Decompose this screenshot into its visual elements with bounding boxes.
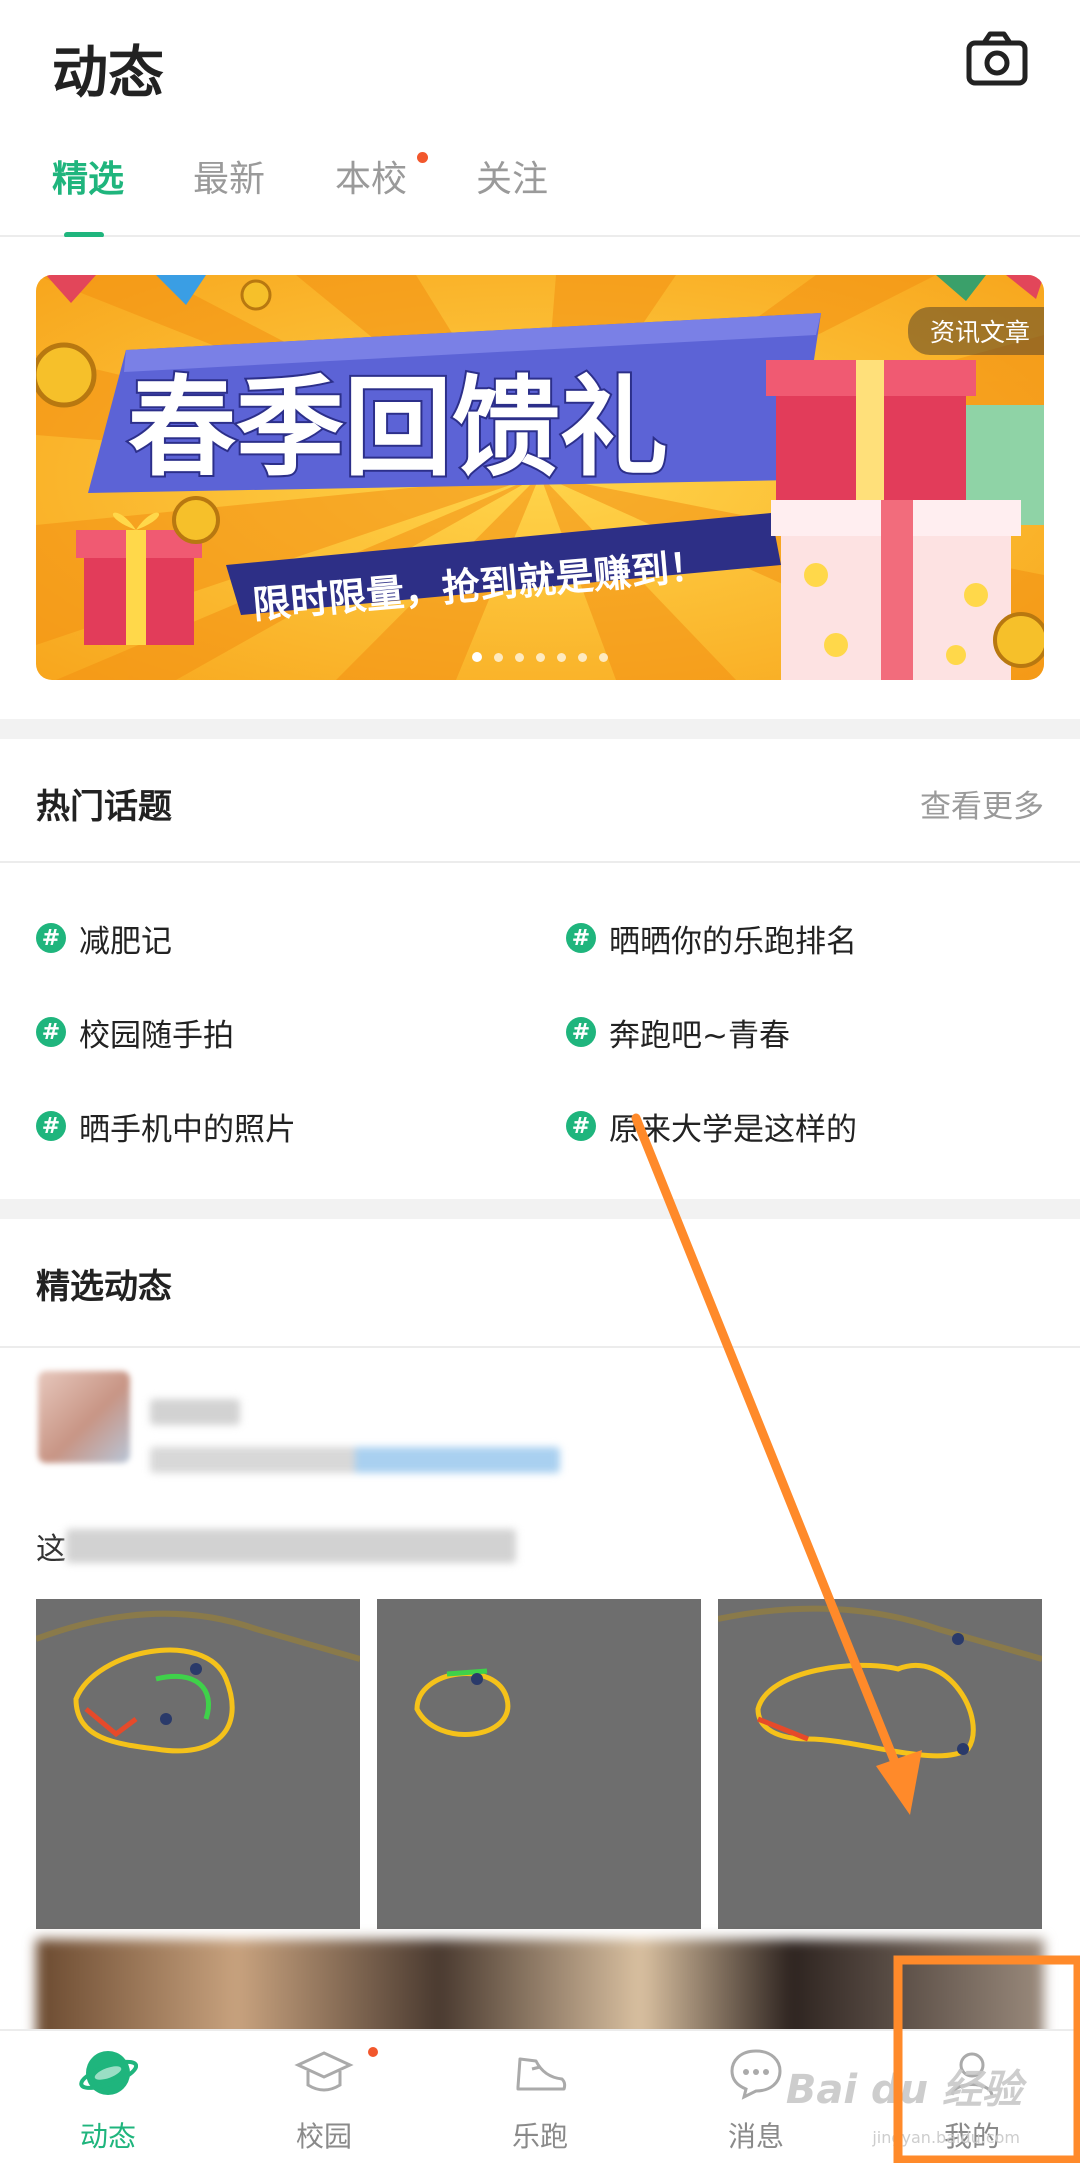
carousel-dot[interactable] [515,653,524,662]
topic-item[interactable]: # 减肥记 [36,913,172,963]
blurred-username [150,1399,240,1425]
banner-section: 春季回馈礼 限时限量，抢到就是赚到！ 资讯文章 [0,237,1080,719]
tab-my-school[interactable]: 本校 [335,150,407,202]
tab-featured[interactable]: 精选 [52,150,124,202]
carousel-dots [36,647,1044,666]
hashtag-icon: # [36,923,66,953]
nav-item-campus[interactable]: 校园 [216,2031,432,2163]
watermark-url: jingyan.baidu.com [872,2128,1020,2147]
run-route-map [718,1605,1042,1759]
blurred-photo-row [36,1939,1044,2029]
carousel-dot[interactable] [557,653,566,662]
hot-topics-section: 热门话题 查看更多 # 减肥记 # 晒晒你的乐跑排名 # 校园随手拍 # 奔跑吧… [0,739,1080,1199]
featured-posts-section: 精选动态 这 [0,1219,1080,2029]
topic-item[interactable]: # 晒晒你的乐跑排名 [566,913,857,963]
tab-latest[interactable]: 最新 [193,150,265,202]
chat-bubble-icon [730,2049,782,2100]
avatar[interactable] [38,1371,130,1463]
watermark-brand: Bai du 经验 [785,2067,1022,2113]
feed-tabs: 精选 最新 本校 关注 [0,150,1080,238]
carousel-dot[interactable] [578,653,587,662]
hot-topics-title: 热门话题 [36,787,172,827]
graduation-cap-icon [294,2051,354,2092]
run-route-map [414,1668,511,1737]
hashtag-icon: # [566,923,596,953]
top-header: 动态 精选 最新 本校 关注 [0,0,1080,238]
planet-icon [79,2051,138,2095]
topic-item[interactable]: # 奔跑吧~青春 [566,1007,790,1057]
post-text: 这 [36,1532,66,1567]
run-map-photo[interactable] [718,1599,1042,1929]
nav-item-moments[interactable]: 动态 [0,2031,216,2163]
blurred-post-text [66,1529,516,1563]
promo-banner[interactable]: 春季回馈礼 限时限量，抢到就是赚到！ 资讯文章 [36,275,1044,680]
carousel-dot[interactable] [494,653,503,662]
see-more-link[interactable]: 查看更多 [920,781,1044,826]
run-map-photo[interactable] [377,1599,701,1929]
topic-item[interactable]: # 晒手机中的照片 [36,1101,296,1151]
article-tag: 资讯文章 [907,307,1044,355]
carousel-dot[interactable] [536,653,545,662]
hashtag-icon: # [566,1111,596,1141]
banner-artwork: 春季回馈礼 限时限量，抢到就是赚到！ [36,275,1044,680]
blurred-meta [150,1447,560,1473]
hashtag-icon: # [36,1017,66,1047]
carousel-dot[interactable] [472,652,482,662]
tab-following[interactable]: 关注 [476,150,548,202]
new-badge-dot [417,152,428,163]
bottom-tab-bar: 动态 校园 乐跑 消息 我的 Bai du 经验 jingyan.baidu.c… [0,2029,1080,2163]
carousel-dot[interactable] [599,653,608,662]
run-route-map [36,1610,360,1754]
run-map-photo[interactable] [36,1599,360,1929]
nav-item-run[interactable]: 乐跑 [432,2031,648,2163]
camera-icon[interactable] [966,30,1028,88]
page-title: 动态 [52,41,164,106]
topic-item[interactable]: # 校园随手拍 [36,1007,234,1057]
topic-item[interactable]: # 原来大学是这样的 [566,1101,857,1151]
featured-title: 精选动态 [36,1267,172,1307]
shoe-icon [516,2057,567,2091]
hashtag-icon: # [36,1111,66,1141]
hashtag-icon: # [566,1017,596,1047]
notification-dot [368,2047,378,2057]
banner-headline: 春季回馈礼 [128,366,668,491]
